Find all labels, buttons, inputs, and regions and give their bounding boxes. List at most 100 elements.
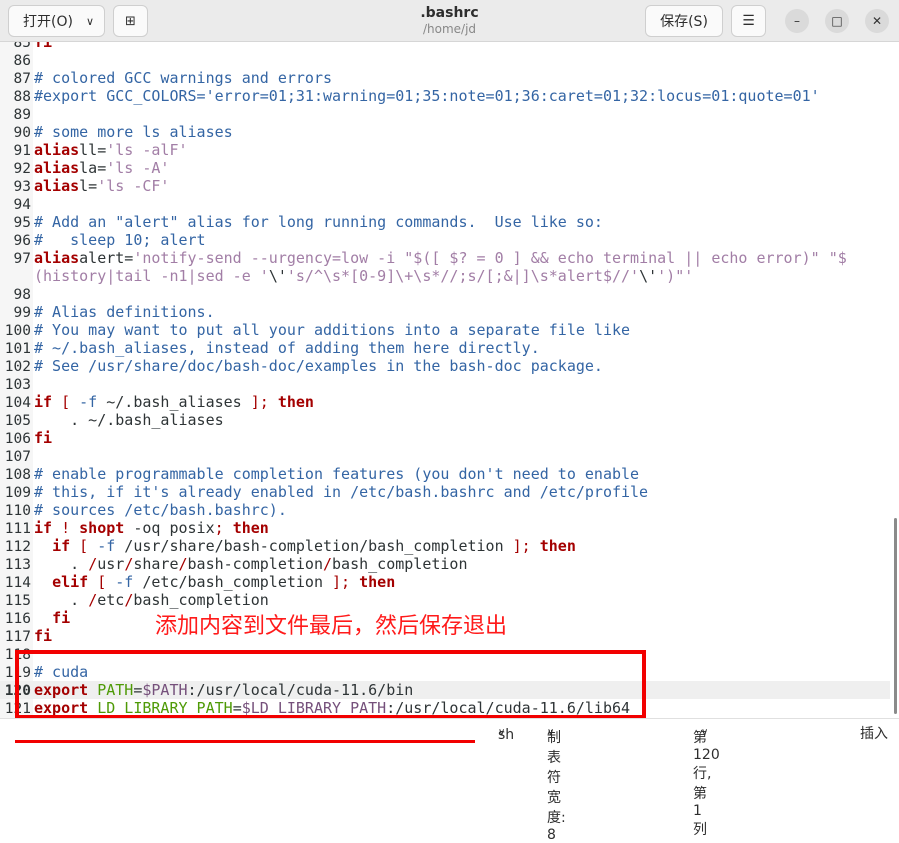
code-line[interactable]: 100 # You may want to put all your additi…: [0, 321, 890, 339]
maximize-icon: □: [831, 14, 843, 28]
code-token: 'ls -A': [106, 159, 170, 177]
line-number: 90: [13, 125, 31, 141]
code-token: 'ls -CF': [97, 177, 170, 195]
code-line[interactable]: 108 # enable programmable completion feat…: [0, 465, 890, 483]
insert-mode[interactable]: 插入: [860, 723, 888, 743]
save-button[interactable]: 保存(S): [645, 5, 723, 37]
code-line[interactable]: 102 # See /usr/share/doc/bash-doc/example…: [0, 357, 890, 375]
code-line[interactable]: 93 aliasl='ls -CF': [0, 177, 890, 195]
code-token: la=: [79, 159, 107, 177]
code-line[interactable]: 106 fi: [0, 429, 890, 447]
code-token: /etc/bash_completion: [133, 573, 333, 591]
line-code: fi: [34, 609, 70, 627]
code-line[interactable]: (history|tail -n1|sed -e '\''s/^\s*[0-9]…: [0, 267, 890, 285]
code-token: ];: [332, 573, 351, 591]
code-line[interactable]: 85 fi: [0, 42, 890, 51]
code-line[interactable]: 89: [0, 105, 890, 123]
code-token: fi: [52, 609, 71, 627]
code-token: alias: [34, 159, 80, 177]
code-line[interactable]: 107: [0, 447, 890, 465]
code-token: 'ls -alF': [106, 141, 188, 159]
line-code: if ! shopt -oq posix; then: [34, 519, 269, 537]
code-token: then: [539, 537, 576, 555]
code-line[interactable]: 90 # some more ls aliases: [0, 123, 890, 141]
code-token: .: [34, 591, 89, 609]
line-number: 115: [4, 593, 31, 609]
code-line[interactable]: 97 aliasalert='notify-send --urgency=low …: [0, 249, 890, 267]
code-token: # You may want to put all your additions…: [34, 321, 631, 339]
line-number: 99: [13, 305, 31, 321]
code-token: # ~/.bash_aliases, instead of adding the…: [34, 339, 540, 357]
code-token: #export GCC_COLORS='error=01;31:warning=…: [34, 87, 820, 105]
code-line[interactable]: 91 aliasll='ls -alF': [0, 141, 890, 159]
code-token: ;: [214, 519, 224, 537]
close-icon: ✕: [871, 14, 883, 28]
line-code: # colored GCC warnings and errors: [34, 69, 332, 87]
code-line[interactable]: 112 if [ -f /usr/share/bash-completion/b…: [0, 537, 890, 555]
line-number: 103: [4, 377, 31, 393]
line-code: fi: [34, 42, 52, 51]
close-button[interactable]: ✕: [865, 9, 889, 33]
line-code: # Add an "alert" alias for long running …: [34, 213, 603, 231]
code-token: (history|tail -n1|sed -e ': [34, 267, 269, 285]
code-token: bash_completion: [332, 555, 468, 573]
code-line[interactable]: 86: [0, 51, 890, 69]
line-number: 104: [4, 395, 31, 411]
code-line[interactable]: 98: [0, 285, 890, 303]
code-token: -f: [97, 537, 116, 555]
code-line[interactable]: 92 aliasla='ls -A': [0, 159, 890, 177]
code-token: alert=: [79, 249, 134, 267]
code-token: /: [124, 591, 134, 609]
code-line[interactable]: 96 # sleep 10; alert: [0, 231, 890, 249]
code-token: /usr/share/bash-completion/bash_completi…: [115, 537, 513, 555]
line-number: 91: [13, 143, 31, 159]
code-token: fi: [34, 627, 53, 645]
chevron-down-icon: ∨: [547, 727, 555, 738]
code-line[interactable]: 113 . /usr/share/bash-completion/bash_co…: [0, 555, 890, 573]
chevron-down-icon: ∨: [498, 727, 506, 738]
line-code: # sleep 10; alert: [34, 231, 206, 249]
code-line[interactable]: 105 . ~/.bash_aliases: [0, 411, 890, 429]
code-line[interactable]: 95 # Add an "alert" alias for long runnin…: [0, 213, 890, 231]
code-line[interactable]: 104 if [ -f ~/.bash_aliases ]; then: [0, 393, 890, 411]
code-token: /: [124, 555, 134, 573]
code-line[interactable]: 114 elif [ -f /etc/bash_completion ]; th…: [0, 573, 890, 591]
code-line[interactable]: 115 . /etc/bash_completion: [0, 591, 890, 609]
code-line[interactable]: 109 # this, if it's already enabled in /e…: [0, 483, 890, 501]
line-number: 113: [4, 557, 31, 573]
code-line[interactable]: 101 # ~/.bash_aliases, instead of adding …: [0, 339, 890, 357]
code-line[interactable]: 88 #export GCC_COLORS='error=01;31:warnin…: [0, 87, 890, 105]
line-number: 110: [4, 503, 31, 519]
line-number: 106: [4, 431, 31, 447]
highlight-box: [15, 650, 646, 719]
maximize-button[interactable]: □: [825, 9, 849, 33]
code-token: if: [34, 393, 53, 411]
vertical-scrollbar[interactable]: [894, 518, 897, 714]
code-token: # Add an "alert" alias for long running …: [34, 213, 603, 231]
code-line[interactable]: 99 # Alias definitions.: [0, 303, 890, 321]
line-code: (history|tail -n1|sed -e '\''s/^\s*[0-9]…: [34, 267, 693, 285]
code-line[interactable]: 111 if ! shopt -oq posix; then: [0, 519, 890, 537]
line-number: 86: [13, 53, 31, 69]
line-number: 98: [13, 287, 31, 303]
code-line[interactable]: 94: [0, 195, 890, 213]
minimize-button[interactable]: –: [785, 9, 809, 33]
minimize-icon: –: [794, 14, 800, 28]
line-code: if [ -f ~/.bash_aliases ]; then: [34, 393, 314, 411]
line-number: 97: [13, 251, 31, 267]
line-code: elif [ -f /etc/bash_completion ]; then: [34, 573, 395, 591]
menu-button[interactable]: ☰: [731, 5, 766, 37]
code-line[interactable]: 103: [0, 375, 890, 393]
code-line[interactable]: 110 # sources /etc/bash.bashrc).: [0, 501, 890, 519]
line-code: aliasll='ls -alF': [34, 141, 188, 159]
line-code: # See /usr/share/doc/bash-doc/examples i…: [34, 357, 603, 375]
code-token: /: [88, 591, 98, 609]
code-token: \': [268, 267, 287, 285]
code-token: if: [52, 537, 71, 555]
header-bar: 打开(O) ∨ ⊞ .bashrc /home/jd 保存(S) ☰ – □ ✕: [0, 0, 899, 42]
code-line[interactable]: 87 # colored GCC warnings and errors: [0, 69, 890, 87]
